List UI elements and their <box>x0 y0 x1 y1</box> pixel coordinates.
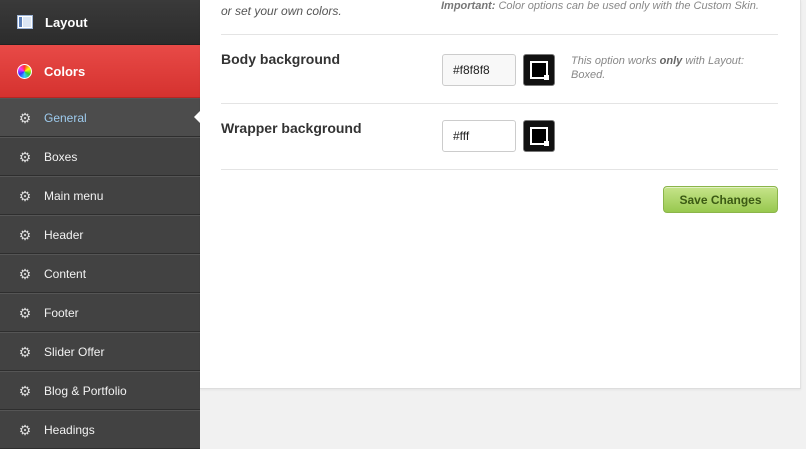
sidebar-item-label: Main menu <box>44 188 104 203</box>
sidebar-item-main-menu[interactable]: ⚙ Main menu <box>0 176 200 215</box>
body-background-color-picker[interactable] <box>523 54 555 86</box>
sidebar-item-layout[interactable]: Layout <box>0 0 200 45</box>
sidebar-item-boxes[interactable]: ⚙ Boxes <box>0 137 200 176</box>
color-wheel-icon <box>17 63 32 79</box>
sidebar-item-blog-portfolio[interactable]: ⚙ Blog & Portfolio <box>0 371 200 410</box>
divider <box>221 34 778 35</box>
important-text: Color options can be used only with the … <box>495 0 759 12</box>
gear-icon: ⚙ <box>18 226 32 243</box>
sidebar-item-content[interactable]: ⚙ Content <box>0 254 200 293</box>
sidebar-item-header[interactable]: ⚙ Header <box>0 215 200 254</box>
divider <box>221 103 778 104</box>
sidebar-section-colors[interactable]: Colors <box>0 45 200 98</box>
sidebar: Layout Colors ⚙ General ⚙ Boxes ⚙ Main m… <box>0 0 200 449</box>
settings-panel: or set your own colors. Important: Color… <box>200 0 801 389</box>
divider <box>221 169 778 170</box>
body-background-input[interactable] <box>442 54 516 86</box>
sidebar-item-footer[interactable]: ⚙ Footer <box>0 293 200 332</box>
sidebar-item-label: Slider Offer <box>44 344 105 359</box>
wrapper-background-color-picker[interactable] <box>523 120 555 152</box>
gear-icon: ⚙ <box>18 109 32 126</box>
gear-icon: ⚙ <box>18 148 32 165</box>
sidebar-section-label: Colors <box>44 63 86 79</box>
sidebar-item-label: Boxes <box>44 149 78 164</box>
save-changes-button[interactable]: Save Changes <box>663 186 778 213</box>
wrapper-background-label: Wrapper background <box>221 120 362 136</box>
body-background-hint: This option works only with Layout: Boxe… <box>571 55 745 81</box>
sidebar-item-label: Content <box>44 266 87 281</box>
body-background-label: Body background <box>221 51 341 67</box>
gear-icon: ⚙ <box>18 187 32 204</box>
gear-icon: ⚙ <box>18 304 32 321</box>
layout-icon <box>17 15 33 29</box>
sidebar-item-headings[interactable]: ⚙ Headings <box>0 410 200 449</box>
gear-icon: ⚙ <box>18 421 32 438</box>
wrapper-background-input[interactable] <box>442 120 516 152</box>
sidebar-item-general[interactable]: ⚙ General <box>0 98 200 137</box>
sidebar-item-label: Footer <box>44 305 79 320</box>
sidebar-item-label: Header <box>44 227 84 242</box>
gear-icon: ⚙ <box>18 343 32 360</box>
intro-text: or set your own colors. <box>221 4 342 18</box>
sidebar-item-slider-offer[interactable]: ⚙ Slider Offer <box>0 332 200 371</box>
important-label: Important: <box>441 0 496 12</box>
gear-icon: ⚙ <box>18 265 32 282</box>
sidebar-item-label: Layout <box>45 14 88 30</box>
important-note: Important: Color options can be used onl… <box>441 0 759 12</box>
sidebar-item-label: Headings <box>44 422 95 437</box>
sidebar-item-label: Blog & Portfolio <box>44 383 127 398</box>
sidebar-item-label: General <box>44 110 87 125</box>
gear-icon: ⚙ <box>18 382 32 399</box>
